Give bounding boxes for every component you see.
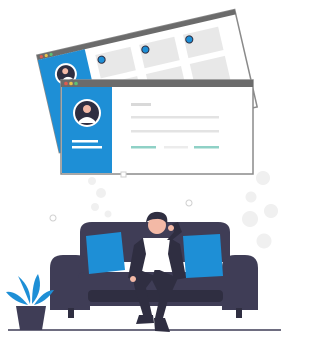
front-window-text-line-1 (131, 116, 219, 119)
front-window-sidebar-line-1 (72, 140, 98, 143)
person-shoe-right (154, 318, 170, 332)
bubble (256, 171, 270, 185)
plant-pot (16, 306, 46, 330)
front-window-text-line-2 (131, 130, 219, 133)
front-window-minimize-dot (69, 81, 73, 86)
bubble (264, 204, 278, 218)
bubble-outline (120, 171, 127, 178)
plant-leaf (6, 291, 28, 305)
illustration (0, 0, 281, 339)
front-window-sidebar-line-2 (72, 146, 102, 149)
bubble (256, 233, 272, 249)
cushion-right (183, 234, 223, 278)
person-hand-left (130, 276, 136, 282)
cushion-left (86, 232, 125, 274)
front-window-heading-line (131, 103, 151, 106)
bubble (91, 203, 99, 211)
potted-plant (6, 274, 54, 330)
bubble-outline (49, 214, 57, 222)
bubble (245, 191, 257, 203)
bubble (88, 177, 96, 185)
front-window-titlebar (61, 80, 253, 87)
front-window-teal-line-1 (131, 146, 156, 149)
front-window-avatar-icon (73, 99, 101, 127)
front-profile-window (60, 79, 254, 175)
front-window-teal-line-2 (194, 146, 219, 149)
couch-seat-shadow (88, 290, 223, 302)
illustration-canvas (6, 8, 281, 332)
person-shoe-left (136, 315, 154, 324)
front-window-gray-line (164, 146, 188, 149)
bubble-outline (185, 199, 193, 207)
bubble (96, 188, 106, 198)
front-window-close-dot (64, 81, 68, 86)
bubble (242, 211, 258, 227)
person-hand (168, 225, 174, 231)
bubble (104, 210, 112, 218)
front-window-maximize-dot (74, 81, 78, 86)
couch-leg-right (236, 308, 242, 318)
couch-leg-left (68, 308, 74, 318)
